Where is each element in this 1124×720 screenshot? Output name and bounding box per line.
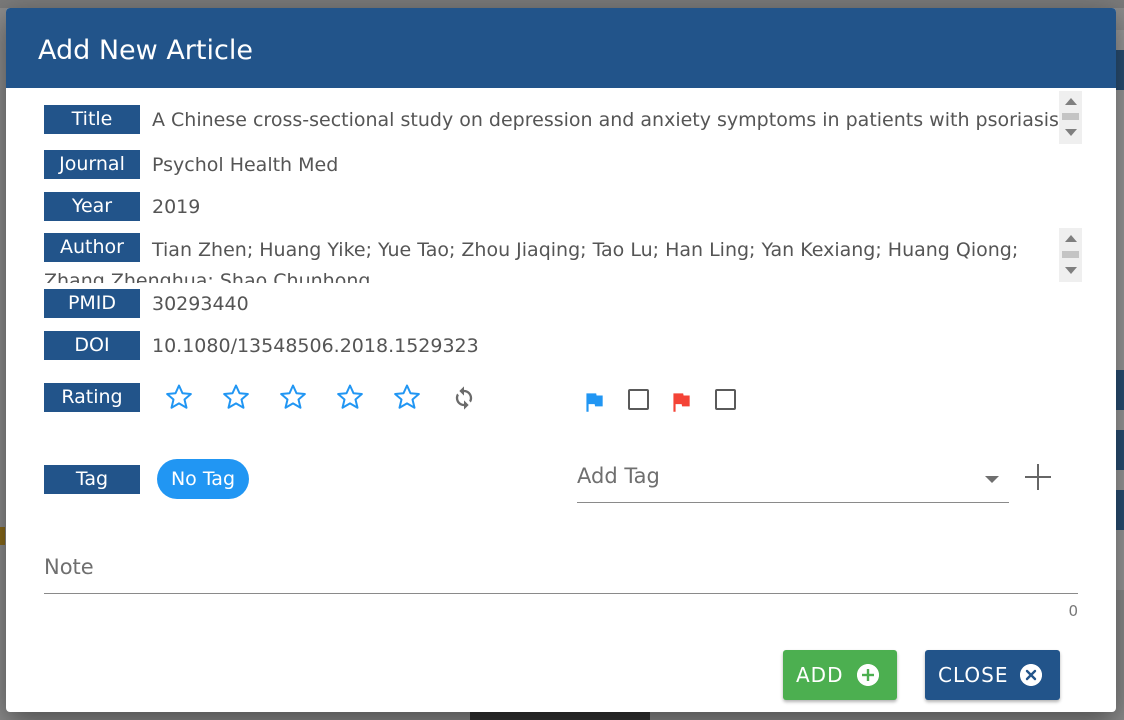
doi-label: DOI xyxy=(44,331,140,360)
note-character-counter: 0 xyxy=(1068,602,1078,620)
tag-label: Tag xyxy=(44,465,140,494)
blue-flag-checkbox[interactable] xyxy=(628,389,649,410)
pmid-field[interactable]: 30293440 xyxy=(152,291,249,317)
scroll-thumb[interactable] xyxy=(1062,113,1079,120)
year-label: Year xyxy=(44,192,140,221)
dropdown-caret-icon[interactable] xyxy=(985,476,999,483)
close-circle-icon xyxy=(1020,664,1042,686)
plus-circle-icon xyxy=(857,664,879,686)
title-scrollbar[interactable] xyxy=(1059,91,1082,144)
author-field[interactable]: Tian Zhen; Huang Yike; Yue Tao; Zhou Jia… xyxy=(44,235,1054,283)
scroll-thumb[interactable] xyxy=(1062,251,1079,258)
rating-label: Rating xyxy=(44,383,140,412)
scroll-down-icon[interactable] xyxy=(1065,267,1077,274)
star-2-icon[interactable] xyxy=(221,382,251,412)
note-placeholder: Note xyxy=(44,555,94,579)
scroll-up-icon[interactable] xyxy=(1065,235,1077,242)
pmid-label: PMID xyxy=(44,289,140,318)
add-button[interactable]: ADD xyxy=(783,650,897,700)
title-label: Title xyxy=(44,105,140,134)
star-5-icon[interactable] xyxy=(392,382,422,412)
add-button-label: ADD xyxy=(796,663,844,687)
title-field[interactable]: A Chinese cross-sectional study on depre… xyxy=(152,107,1059,133)
blue-flag-icon[interactable] xyxy=(581,389,607,415)
red-flag-checkbox[interactable] xyxy=(715,389,736,410)
author-scrollbar[interactable] xyxy=(1059,228,1082,282)
add-tag-select[interactable]: Add Tag xyxy=(577,460,1009,503)
red-flag-icon[interactable] xyxy=(668,389,694,415)
star-1-icon[interactable] xyxy=(164,382,194,412)
note-field[interactable]: Note xyxy=(44,549,1078,594)
close-button[interactable]: CLOSE xyxy=(925,650,1060,700)
journal-label: Journal xyxy=(44,150,140,179)
star-4-icon[interactable] xyxy=(335,382,365,412)
background-app-bar xyxy=(0,0,1124,8)
background-marker xyxy=(0,527,5,545)
refresh-icon[interactable] xyxy=(450,384,478,412)
dialog-title: Add New Article xyxy=(38,35,253,66)
scroll-up-icon[interactable] xyxy=(1065,98,1077,105)
no-tag-chip[interactable]: No Tag xyxy=(157,459,249,499)
close-button-label: CLOSE xyxy=(938,663,1009,687)
doi-field[interactable]: 10.1080/13548506.2018.1529323 xyxy=(152,333,479,359)
add-article-dialog: Add New Article Title A Chinese cross-se… xyxy=(6,8,1116,712)
add-tag-plus-icon[interactable] xyxy=(1025,464,1051,490)
dialog-header: Add New Article xyxy=(6,8,1116,88)
add-tag-placeholder: Add Tag xyxy=(577,464,660,488)
scroll-down-icon[interactable] xyxy=(1065,129,1077,136)
year-field[interactable]: 2019 xyxy=(152,194,200,220)
journal-field[interactable]: Psychol Health Med xyxy=(152,152,338,178)
star-3-icon[interactable] xyxy=(278,382,308,412)
